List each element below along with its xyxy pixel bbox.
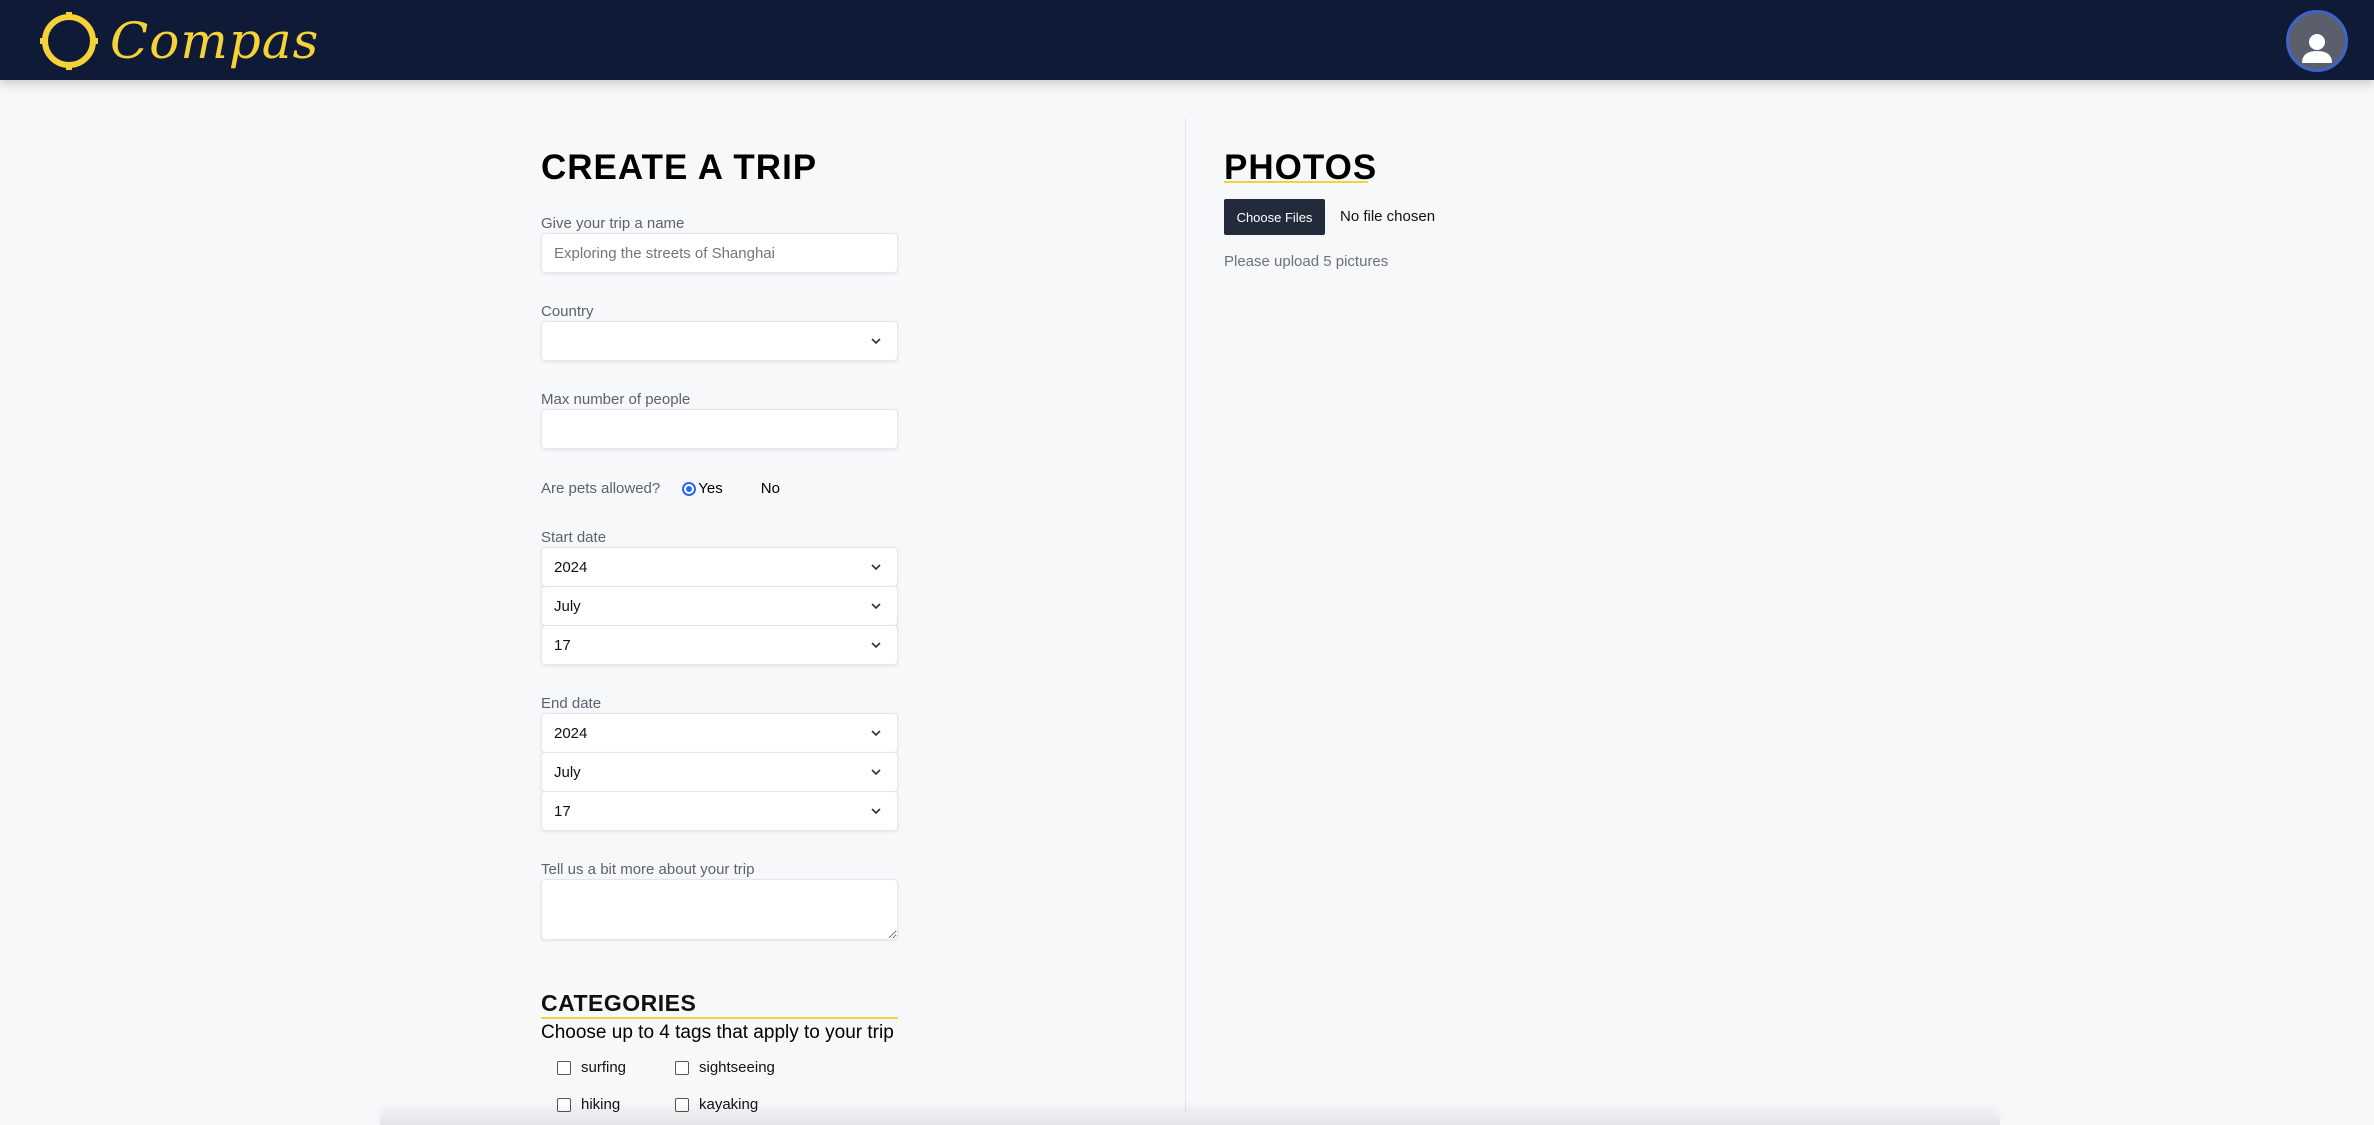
column-divider	[1185, 118, 1186, 1125]
top-navbar: Compas	[0, 0, 2374, 80]
footer-edge	[380, 1112, 2000, 1125]
description-textarea[interactable]	[541, 879, 898, 940]
tag-checkbox-sightseeing[interactable]: sightseeing	[675, 1059, 775, 1076]
choose-files-button[interactable]: Choose Files	[1224, 199, 1325, 235]
start-month-value: July	[554, 597, 581, 615]
chevron-down-icon	[871, 769, 881, 776]
end-month-value: July	[554, 763, 581, 781]
tag-label: hiking	[581, 1096, 621, 1113]
file-status: No file chosen	[1340, 208, 1436, 225]
end-day-value: 17	[554, 802, 571, 820]
end-year-select[interactable]: 2024	[541, 713, 898, 753]
categories-underline	[541, 1017, 898, 1019]
upload-hint: Please upload 5 pictures	[1224, 253, 1389, 270]
tag-checkbox-surfing[interactable]: surfing	[557, 1059, 626, 1076]
pets-question: Are pets allowed?	[541, 480, 661, 497]
chevron-down-icon	[871, 564, 881, 571]
start-year-select[interactable]: 2024	[541, 547, 898, 587]
photos-underline	[1224, 181, 1368, 183]
chevron-down-icon	[871, 730, 881, 737]
checkbox-icon	[675, 1060, 689, 1075]
checkbox-icon	[557, 1060, 571, 1075]
end-date-label: End date	[541, 695, 602, 712]
pets-yes-radio[interactable]: Yes	[682, 480, 723, 497]
trip-name-label: Give your trip a name	[541, 215, 685, 232]
chevron-down-icon	[871, 808, 881, 815]
checkbox-icon	[675, 1097, 689, 1112]
description-label: Tell us a bit more about your trip	[541, 861, 755, 878]
pets-no-radio[interactable]: No	[745, 480, 780, 497]
radio-unchecked-icon	[745, 482, 759, 496]
max-people-input[interactable]	[541, 409, 898, 449]
pets-no-label: No	[760, 480, 780, 497]
tag-checkbox-kayaking[interactable]: kayaking	[675, 1096, 758, 1113]
categories-subtitle: Choose up to 4 tags that apply to your t…	[541, 1022, 894, 1043]
page-title: CREATE A TRIP	[541, 148, 818, 187]
max-people-label: Max number of people	[541, 391, 691, 408]
end-year-value: 2024	[554, 724, 588, 742]
radio-checked-icon	[682, 481, 697, 496]
pets-yes-label: Yes	[698, 480, 723, 497]
compass-logo-icon	[40, 12, 98, 70]
start-day-select[interactable]: 17	[541, 625, 898, 665]
logo[interactable]: Compas	[40, 10, 319, 72]
tag-label: surfing	[581, 1059, 627, 1076]
user-avatar-icon	[2302, 34, 2332, 63]
chevron-down-icon	[871, 642, 881, 649]
start-year-value: 2024	[554, 558, 588, 576]
country-select[interactable]	[541, 321, 898, 361]
start-date-label: Start date	[541, 529, 607, 546]
chevron-down-icon	[871, 338, 881, 345]
pets-radio-group: Are pets allowed? Yes No	[541, 480, 802, 497]
tag-label: kayaking	[699, 1096, 759, 1113]
end-day-select[interactable]: 17	[541, 791, 898, 831]
start-day-value: 17	[554, 636, 571, 654]
logo-text: Compas	[110, 12, 320, 70]
tag-label: sightseeing	[699, 1059, 775, 1076]
end-month-select[interactable]: July	[541, 752, 898, 792]
user-avatar-button[interactable]	[2286, 10, 2348, 72]
checkbox-icon	[557, 1097, 571, 1112]
trip-name-input[interactable]	[541, 233, 898, 273]
tag-checkbox-hiking[interactable]: hiking	[557, 1096, 620, 1113]
categories-title: CATEGORIES	[541, 990, 697, 1016]
start-month-select[interactable]: July	[541, 586, 898, 626]
chevron-down-icon	[871, 603, 881, 610]
country-label: Country	[541, 303, 594, 320]
